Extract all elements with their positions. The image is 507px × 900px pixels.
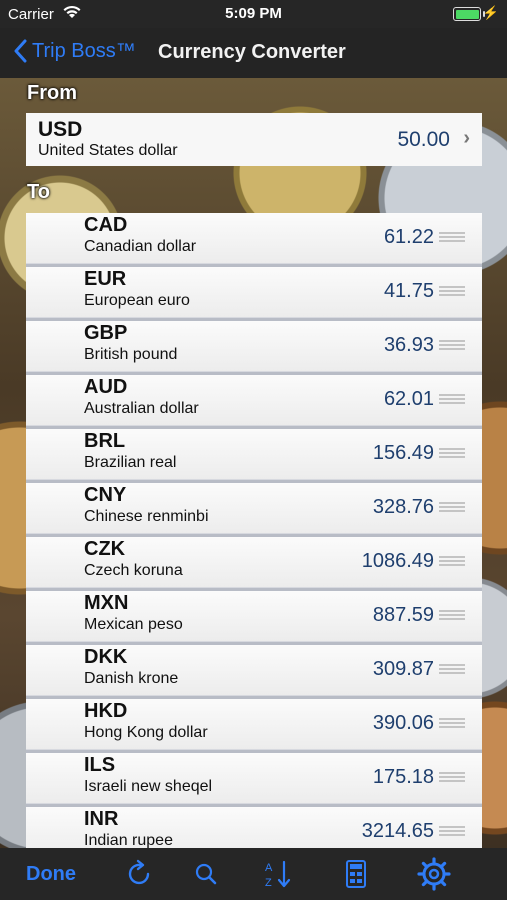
currency-row[interactable]: DKK Danish krone 309.87 [26, 645, 482, 699]
converted-value: 328.76 [372, 496, 434, 518]
converted-value: 309.87 [372, 658, 434, 680]
reorder-grip-icon[interactable] [439, 664, 465, 675]
converted-value: 175.18 [372, 766, 434, 788]
currency-code: ILS [84, 754, 116, 776]
currency-row[interactable]: CNY Chinese renminbi 328.76 [26, 483, 482, 537]
converted-value: 62.01 [383, 388, 434, 410]
reorder-grip-icon[interactable] [439, 772, 465, 783]
converted-value: 3214.65 [361, 820, 434, 842]
to-currency-list[interactable]: CAD Canadian dollar 61.22 EUR European e… [26, 213, 482, 848]
reorder-grip-icon[interactable] [439, 826, 465, 837]
bottom-toolbar: Done AZ [0, 848, 507, 900]
chevron-right-icon: › [463, 127, 470, 149]
reorder-grip-icon[interactable] [439, 718, 465, 729]
currency-name: Australian dollar [84, 400, 199, 417]
currency-name: Hong Kong dollar [84, 724, 208, 741]
battery-icon [453, 7, 485, 21]
currency-code: CAD [84, 214, 128, 236]
reorder-grip-icon[interactable] [439, 448, 465, 459]
currency-row[interactable]: CAD Canadian dollar 61.22 [26, 213, 482, 267]
svg-text:Z: Z [265, 877, 272, 889]
from-currency-name: United States dollar [38, 142, 178, 159]
currency-row[interactable]: HKD Hong Kong dollar 390.06 [26, 699, 482, 753]
calculator-icon[interactable] [340, 858, 372, 890]
reorder-grip-icon[interactable] [439, 232, 465, 243]
reorder-grip-icon[interactable] [439, 556, 465, 567]
reorder-grip-icon[interactable] [439, 394, 465, 405]
currency-code: EUR [84, 268, 127, 290]
from-currency-cell[interactable]: USD United States dollar 50.00 › [26, 113, 482, 166]
charging-icon: ⚡ [482, 5, 499, 20]
done-button[interactable]: Done [26, 863, 76, 886]
converted-value: 61.22 [383, 226, 434, 248]
currency-code: BRL [84, 430, 126, 452]
gear-icon[interactable] [416, 856, 452, 892]
from-currency-code: USD [38, 118, 83, 141]
back-button[interactable]: Trip Boss™ [14, 39, 136, 63]
reorder-grip-icon[interactable] [439, 502, 465, 513]
converted-value: 887.59 [372, 604, 434, 626]
converted-value: 156.49 [372, 442, 434, 464]
currency-row[interactable]: BRL Brazilian real 156.49 [26, 429, 482, 483]
refresh-icon[interactable] [124, 858, 156, 890]
currency-row[interactable]: EUR European euro 41.75 [26, 267, 482, 321]
reorder-grip-icon[interactable] [439, 340, 465, 351]
currency-code: GBP [84, 322, 128, 344]
currency-code: AUD [84, 376, 128, 398]
currency-code: CZK [84, 538, 126, 560]
currency-code: INR [84, 808, 119, 830]
currency-name: Danish krone [84, 670, 179, 687]
navigation-bar: Trip Boss™ Currency Converter [0, 28, 507, 78]
currency-name: Canadian dollar [84, 238, 197, 255]
to-section-label: To [27, 181, 50, 203]
currency-row[interactable]: GBP British pound 36.93 [26, 321, 482, 375]
currency-name: Czech koruna [84, 562, 183, 579]
currency-row[interactable]: AUD Australian dollar 62.01 [26, 375, 482, 429]
currency-row[interactable]: INR Indian rupee 3214.65 [26, 807, 482, 848]
currency-row[interactable]: ILS Israeli new sheqel 175.18 [26, 753, 482, 807]
converted-value: 1086.49 [361, 550, 434, 572]
reorder-grip-icon[interactable] [439, 610, 465, 621]
currency-code: DKK [84, 646, 128, 668]
back-button-label: Trip Boss™ [32, 39, 136, 62]
currency-name: British pound [84, 346, 178, 363]
currency-row[interactable]: CZK Czech koruna 1086.49 [26, 537, 482, 591]
currency-name: Israeli new sheqel [84, 778, 213, 795]
currency-row[interactable]: MXN Mexican peso 887.59 [26, 591, 482, 645]
sort-az-icon[interactable]: AZ [262, 858, 294, 890]
currency-name: Indian rupee [84, 832, 173, 848]
converted-value: 36.93 [383, 334, 434, 356]
search-icon[interactable] [190, 858, 222, 890]
currency-name: European euro [84, 292, 190, 309]
converted-value: 41.75 [383, 280, 434, 302]
from-amount: 50.00 [397, 128, 450, 151]
currency-code: HKD [84, 700, 128, 722]
currency-name: Mexican peso [84, 616, 183, 633]
svg-text:A: A [265, 862, 273, 874]
chevron-left-icon [14, 39, 27, 63]
currency-name: Chinese renminbi [84, 508, 209, 525]
clock: 5:09 PM [225, 5, 282, 22]
converted-value: 390.06 [372, 712, 434, 734]
from-section-label: From [27, 82, 77, 104]
currency-code: CNY [84, 484, 127, 506]
reorder-grip-icon[interactable] [439, 286, 465, 297]
status-bar: Carrier 5:09 PM ⚡ [0, 0, 507, 28]
currency-name: Brazilian real [84, 454, 177, 471]
page-title: Currency Converter [158, 41, 346, 63]
currency-code: MXN [84, 592, 129, 614]
